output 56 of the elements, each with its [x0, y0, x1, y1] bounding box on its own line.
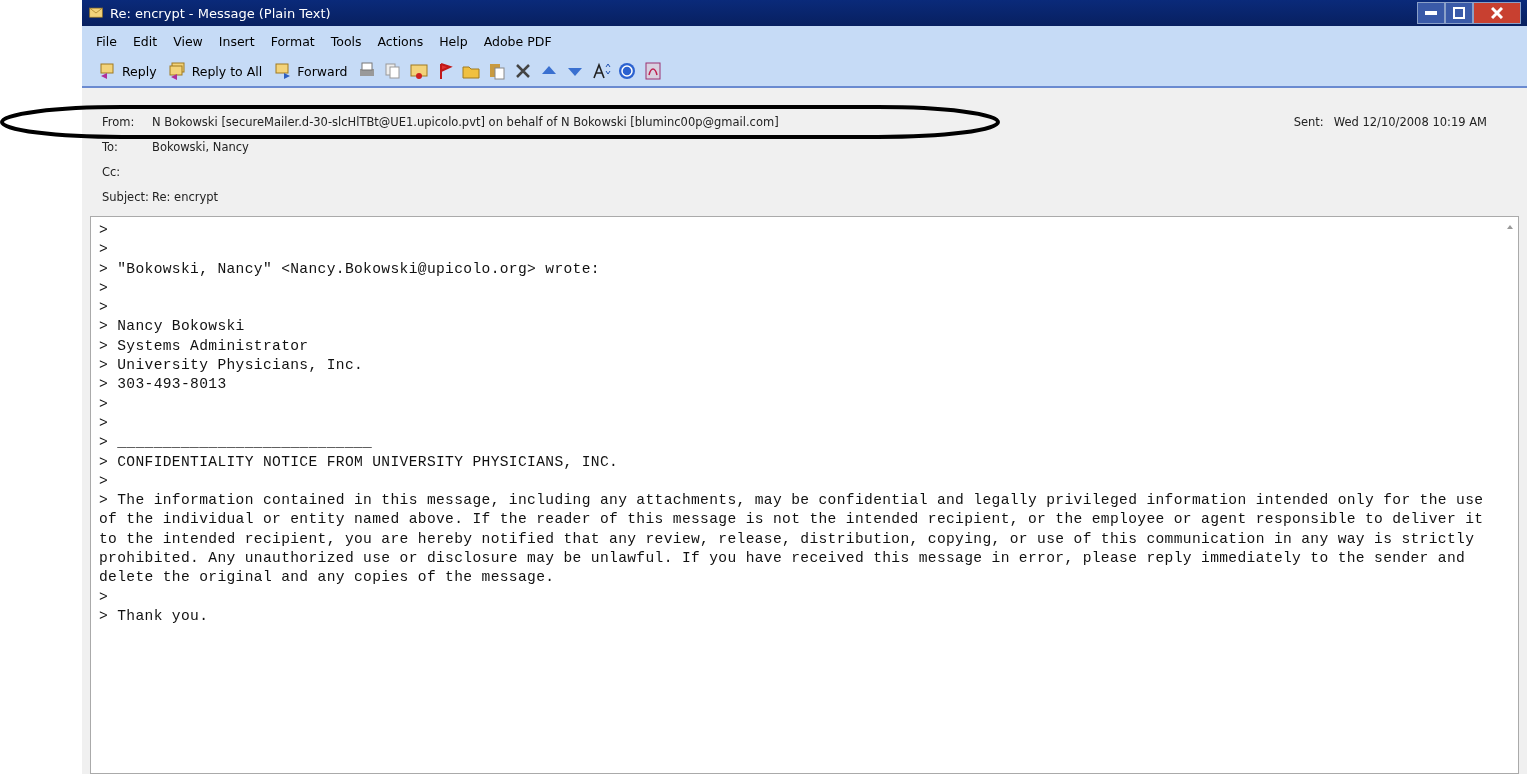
body-line: > "Bokowski, Nancy" <Nancy.Bokowski@upicolo.org> wrote:: [99, 259, 600, 279]
body-line: > CONFIDENTIALITY NOTICE FROM UNIVERSITY PHYSICIANS, INC.: [99, 452, 619, 472]
minimize-icon: [1425, 11, 1437, 15]
body-line: >: [99, 221, 109, 240]
field-value: Re: encrypt: [152, 190, 219, 205]
body-line: >: [99, 298, 109, 318]
body-line: >: [99, 394, 109, 414]
menu-item[interactable]: Tools: [330, 33, 362, 49]
body-line: of the individual or entity named above. If the reader of this message is not the intended recipient, or the employee or agent responsible to deliver it: [99, 510, 1484, 530]
body-line: >: [99, 278, 109, 298]
forward-button[interactable]: Forward: [271, 60, 351, 82]
field-value: N Bokowski [secureMailer.d-30-slcHlTBt@UE1.upicolo.pvt] on behalf of N Bokowski [bluminc00p@gmail.com]: [152, 115, 779, 130]
body-line: >: [99, 471, 109, 491]
field-label: To:: [102, 140, 118, 155]
menu-item[interactable]: File: [96, 33, 117, 49]
menu-item[interactable]: Help: [439, 33, 468, 49]
font-icon[interactable]: [590, 61, 611, 81]
field-label: Cc:: [102, 165, 121, 180]
menu-item[interactable]: Adobe PDF: [483, 33, 552, 49]
envelope-icon: [88, 6, 104, 20]
menu-item[interactable]: Format: [270, 33, 315, 49]
sent-label: Sent:: [1293, 115, 1324, 129]
body-line: >: [99, 587, 109, 607]
body-line: >: [99, 240, 109, 260]
body-line: > The information contained in this message, including any attachments, may be confidential and legally privileged information intended only for the use: [99, 491, 1484, 511]
close-button[interactable]: [1473, 2, 1521, 24]
body-line: > Systems Administrator: [99, 336, 309, 356]
reply-all-button[interactable]: Reply to All: [165, 60, 266, 82]
minimize-button[interactable]: [1417, 2, 1445, 24]
body-line: > Thank you.: [99, 606, 209, 626]
reply-button[interactable]: Reply: [96, 60, 160, 82]
menu-item[interactable]: Actions: [377, 33, 424, 49]
close-icon: [1491, 7, 1503, 19]
menu-item[interactable]: Edit: [132, 33, 158, 49]
body-line: delete the original and any copies of the message.: [99, 568, 555, 588]
body-line: to the intended recipient, you are hereby notified that any review, release, distribution, copying, or use of this communication in any way is strictly: [99, 529, 1475, 549]
menu-item[interactable]: Insert: [218, 33, 255, 49]
envelope-icon[interactable]: [408, 61, 429, 81]
menu-item[interactable]: View: [173, 33, 203, 49]
body-line: > University Physicians, Inc.: [99, 356, 364, 376]
restore-icon: [1453, 7, 1465, 19]
restore-button[interactable]: [1445, 2, 1473, 24]
copy-icon[interactable]: [382, 61, 403, 81]
body-line: >: [99, 413, 109, 433]
help-icon[interactable]: [616, 61, 637, 81]
body-line: > Nancy Bokowski: [99, 317, 245, 337]
field-label: Subject:: [102, 190, 149, 205]
body-line: > ____________________________: [99, 433, 373, 453]
sent-value: Wed 12/10/2008 10:19 AM: [1333, 115, 1487, 129]
field-label: From:: [102, 115, 135, 130]
body-line: prohibited. Any unauthorized use or disclosure may be unlawful. If you have received this message in error, please reply immediately to the sender and: [99, 549, 1466, 569]
scroll-up-icon[interactable]: [1506, 223, 1514, 231]
field-value: Bokowski, Nancy: [152, 140, 249, 155]
message-body[interactable]: [90, 216, 1519, 774]
window-title: Re: encrypt - Message (Plain Text): [110, 5, 331, 21]
body-line: > 303-493-8013: [99, 375, 227, 395]
